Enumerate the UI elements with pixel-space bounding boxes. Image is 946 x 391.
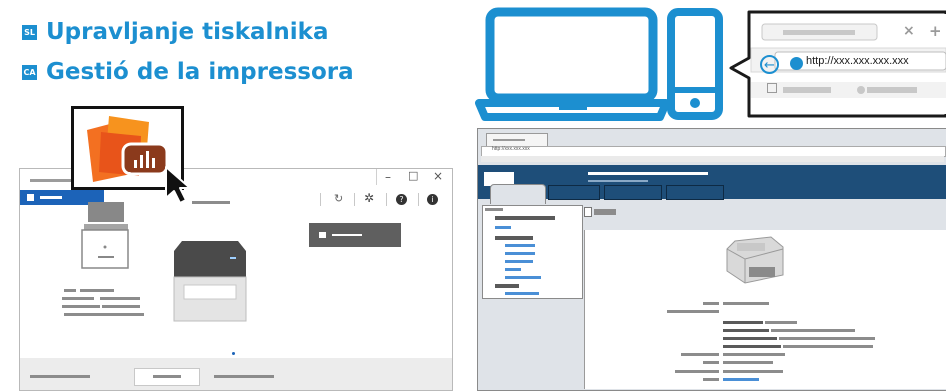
mfp-label-2 <box>80 289 114 292</box>
heading-ca-text: Gestió de la impressora <box>46 59 354 85</box>
manage-button[interactable] <box>309 223 401 247</box>
badge-ca: CA <box>22 65 37 80</box>
mfp-label-7 <box>64 313 144 316</box>
status-bar-text-2 <box>214 375 274 378</box>
badge-sl: SL <box>22 25 37 40</box>
content-title-bar <box>584 204 946 228</box>
tab-3[interactable] <box>604 185 662 200</box>
heading-ca: CA Gestió de la impressora <box>22 57 354 87</box>
mouse-pointer-icon <box>165 166 191 204</box>
site-subtitle <box>588 180 648 182</box>
mfp-label-6 <box>102 305 140 308</box>
device-printer-icon <box>726 236 784 284</box>
bookmarks-bar <box>481 156 944 162</box>
device-title <box>192 201 230 204</box>
app-window: – □ × ↻ ✲ ? i <box>19 168 453 391</box>
manage-label <box>332 234 362 236</box>
tab-home[interactable] <box>490 184 546 205</box>
printer-icon[interactable] <box>170 237 250 325</box>
mfp-printer-icon[interactable] <box>78 200 132 274</box>
mfp-label-3 <box>62 297 94 300</box>
laptop-icon <box>475 7 670 121</box>
url-text[interactable]: http://xxx.xxx.xxx.xxx <box>806 55 909 67</box>
popup-close-icon[interactable]: × <box>903 23 915 39</box>
refresh-icon[interactable]: ↻ <box>334 192 343 205</box>
status-bar-text-1 <box>30 375 90 378</box>
heading-sl: SL Upravljanje tiskalnika <box>22 17 329 47</box>
printer-square-icon <box>27 194 34 201</box>
content-title <box>594 209 616 215</box>
manage-icon <box>319 232 326 238</box>
heading-sl-text: Upravljanje tiskalnika <box>46 19 329 45</box>
mfp-label-5 <box>62 305 100 308</box>
site-title <box>588 172 708 175</box>
app-title-bar <box>30 179 75 182</box>
close-button[interactable]: × <box>433 169 443 183</box>
settings-icon[interactable]: ✲ <box>364 191 374 205</box>
window-controls: – □ × <box>376 169 453 185</box>
tab-4[interactable] <box>666 185 724 200</box>
browser-tab[interactable] <box>486 133 548 146</box>
content-page-icon <box>584 207 592 217</box>
status-bar <box>20 358 452 390</box>
browser-small-url: http://xxx.xxx.xxx <box>492 146 530 152</box>
sidebar-selected-label <box>40 196 62 199</box>
help-icon[interactable]: ? <box>396 194 407 205</box>
minimize-button[interactable]: – <box>385 170 391 184</box>
popup-new-tab-icon[interactable]: + <box>929 22 942 40</box>
tab-2[interactable] <box>548 185 600 200</box>
phone-icon <box>667 8 723 120</box>
globe-icon <box>790 57 803 70</box>
page-icon <box>767 83 777 93</box>
mfp-label-1 <box>64 289 76 292</box>
page-dot <box>232 352 235 355</box>
mfp-label-4 <box>100 297 140 300</box>
back-arrow-icon[interactable]: ← <box>760 55 779 74</box>
info-icon[interactable]: i <box>427 194 438 205</box>
printer-management-app-icon[interactable] <box>79 112 175 184</box>
maximize-button[interactable]: □ <box>408 169 418 182</box>
status-bar-button[interactable] <box>134 368 200 386</box>
device-details-panel <box>584 230 946 389</box>
navigation-tree <box>482 205 583 299</box>
